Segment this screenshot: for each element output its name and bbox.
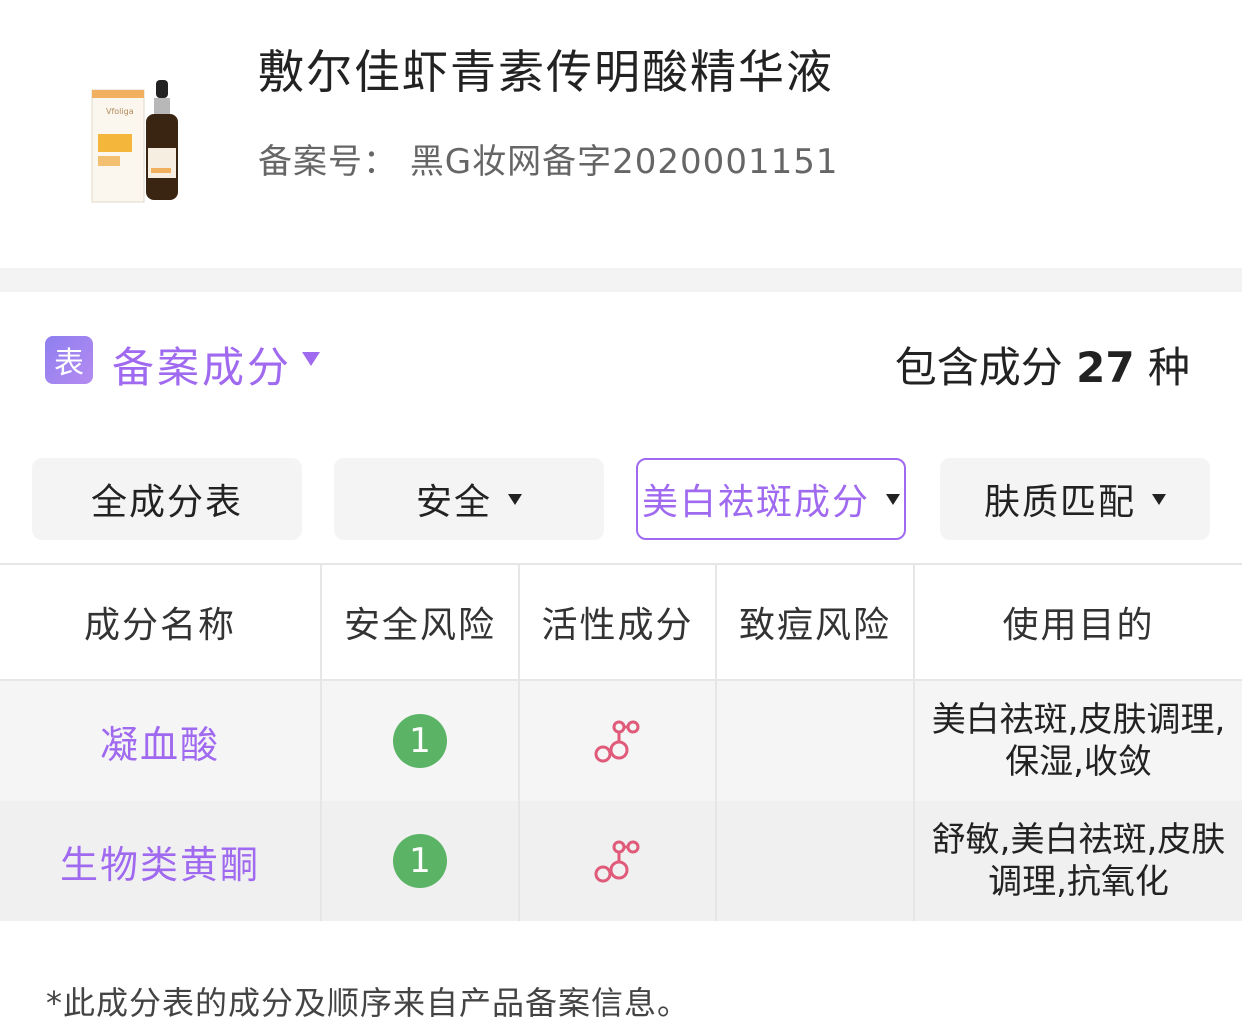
filter-label: 肤质匹配 xyxy=(983,482,1136,523)
active-ingredient-cell xyxy=(520,681,717,801)
safety-score-badge: 1 xyxy=(393,714,447,768)
registration-number: 黑G妆网备字2020001151 xyxy=(409,142,839,182)
column-header: 使用目的 xyxy=(1002,605,1155,646)
count-number: 27 xyxy=(1076,343,1135,392)
source-footnote: *此成分表的成分及顺序来自产品备案信息。 xyxy=(46,984,691,1022)
serum-bottle-box-icon: Vfoliga xyxy=(91,80,178,203)
molecule-icon xyxy=(594,840,639,883)
column-header: 活性成分 xyxy=(520,565,717,679)
ingredient-table: 成分名称 安全风险 活性成分 致痘风险 使用目的 凝血酸 1 美白祛斑,皮肤调理… xyxy=(0,563,1242,921)
count-suffix: 种 xyxy=(1147,343,1190,392)
caret-down-icon xyxy=(508,493,522,505)
safety-cell: 1 xyxy=(322,801,520,921)
safety-cell: 1 xyxy=(322,681,520,801)
table-row[interactable]: 生物类黄酮 1 舒敏,美白祛斑,皮肤 调理,抗氧化 xyxy=(0,801,1242,921)
filter-whitening-button[interactable]: 美白祛斑成分 xyxy=(636,458,906,540)
caret-down-icon xyxy=(886,493,900,505)
filter-label: 安全 xyxy=(415,482,492,523)
table-row[interactable]: 凝血酸 1 美白祛斑,皮肤调理, 保湿,收敛 xyxy=(0,681,1242,801)
purpose-line: 保湿,收敛 xyxy=(1005,742,1152,782)
ingredient-name-cell: 凝血酸 xyxy=(0,681,322,801)
count-prefix: 包含成分 xyxy=(894,343,1063,392)
active-ingredient-cell xyxy=(520,801,717,921)
source-badge: 表 xyxy=(45,336,93,384)
column-header: 致痘风险 xyxy=(717,565,915,679)
purpose-line: 调理,抗氧化 xyxy=(988,862,1169,902)
registration-label: 备案号： xyxy=(258,142,398,182)
filter-label: 美白祛斑成分 xyxy=(641,482,870,523)
ingredient-count: 包含成分 27 种 xyxy=(895,334,1190,395)
filter-skin-type-button[interactable]: 肤质匹配 xyxy=(940,458,1210,540)
registration-line: 备案号： 黑G妆网备字2020001151 xyxy=(258,134,838,183)
caret-down-icon xyxy=(1152,493,1166,505)
acne-risk-cell xyxy=(717,681,915,801)
ingredient-name-link[interactable]: 生物类黄酮 xyxy=(60,834,260,889)
section-dropdown-caret-icon[interactable] xyxy=(302,352,320,366)
column-header: 安全风险 xyxy=(322,565,520,679)
acne-risk-cell xyxy=(717,801,915,921)
molecule-icon xyxy=(594,720,639,763)
section-title-dropdown[interactable]: 备案成分 xyxy=(112,334,292,395)
ingredient-name-link[interactable]: 凝血酸 xyxy=(100,714,220,769)
product-title: 敷尔佳虾青素传明酸精华液 xyxy=(258,45,834,99)
product-image: Vfoliga xyxy=(84,72,196,212)
purpose-cell: 美白祛斑,皮肤调理, 保湿,收敛 xyxy=(915,681,1242,801)
filter-label: 全成分表 xyxy=(90,482,243,523)
ingredient-name-cell: 生物类黄酮 xyxy=(0,801,322,921)
purpose-cell: 舒敏,美白祛斑,皮肤 调理,抗氧化 xyxy=(915,801,1242,921)
safety-score-badge: 1 xyxy=(393,834,447,888)
purpose-line: 舒敏,美白祛斑,皮肤 xyxy=(931,820,1226,860)
section-divider xyxy=(0,268,1242,292)
table-header-row: 成分名称 安全风险 活性成分 致痘风险 使用目的 xyxy=(0,563,1242,681)
filter-full-list-button[interactable]: 全成分表 xyxy=(32,458,302,540)
column-header: 成分名称 xyxy=(0,565,322,679)
svg-text:Vfoliga: Vfoliga xyxy=(106,107,134,116)
purpose-line: 美白祛斑,皮肤调理, xyxy=(931,700,1226,740)
filter-safety-button[interactable]: 安全 xyxy=(334,458,604,540)
